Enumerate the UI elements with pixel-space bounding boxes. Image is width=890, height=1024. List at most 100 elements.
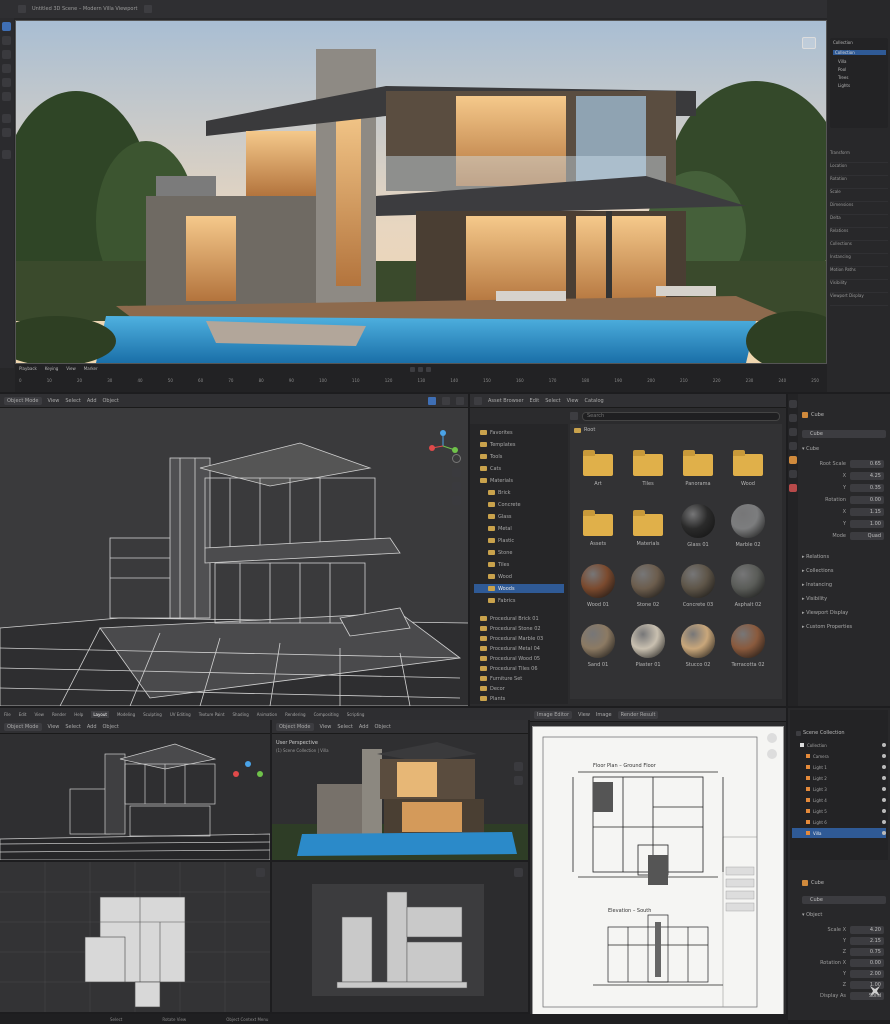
move-tool-icon[interactable] <box>2 50 11 59</box>
play-icon[interactable] <box>418 367 423 372</box>
wire-mode-select[interactable]: Object Mode <box>4 396 42 405</box>
asset-menu-3[interactable]: View <box>567 398 579 404</box>
wire2-menu-select[interactable]: Select <box>65 724 80 730</box>
frame-number[interactable]: 210 <box>680 378 688 388</box>
frame-number[interactable]: 90 <box>289 378 294 388</box>
frame-number[interactable]: 70 <box>228 378 233 388</box>
props-mid-section[interactable]: ▾ Cube <box>802 446 819 452</box>
catalog-item[interactable]: Favorites <box>474 428 564 437</box>
drawing-sheet[interactable]: Floor Plan – Ground Floor Elevation – So… <box>532 726 784 1018</box>
render-menu-view[interactable]: View <box>320 724 332 730</box>
visibility-eye-icon[interactable] <box>882 809 886 813</box>
visibility-eye-icon[interactable] <box>882 776 886 780</box>
app-menu-icon[interactable] <box>18 5 26 13</box>
rotate-tool-icon[interactable] <box>2 64 11 73</box>
number-field[interactable]: 1.00 <box>850 520 884 528</box>
frame-number[interactable]: 0 <box>19 378 22 388</box>
frame-number[interactable]: 100 <box>319 378 327 388</box>
render-menu-object[interactable]: Object <box>375 724 391 730</box>
catalog-item[interactable]: Procedural Brick 01 <box>474 614 564 623</box>
render-menu-select[interactable]: Select <box>337 724 352 730</box>
floorplan-viewport[interactable] <box>0 862 270 1012</box>
elevation-viewport[interactable] <box>272 862 528 1012</box>
frame-number[interactable]: 30 <box>107 378 112 388</box>
collapsed-panel[interactable]: ▸ Collections <box>802 568 833 574</box>
camera-view-icon[interactable] <box>452 482 461 491</box>
frame-number[interactable]: 80 <box>259 378 264 388</box>
workspace-tab[interactable]: Scripting <box>347 712 365 717</box>
wire-menu-add[interactable]: Add <box>87 398 97 404</box>
catalog-item[interactable]: Procedural Marble 03 <box>474 634 564 643</box>
outliner-top-item-2[interactable]: Pool <box>838 67 846 72</box>
filter-icon[interactable] <box>570 412 578 420</box>
workspace-tab[interactable]: Shading <box>233 712 249 717</box>
asset-menu-2[interactable]: Select <box>545 398 560 404</box>
timeline-menu-view[interactable]: View <box>66 366 76 371</box>
properties-top-section[interactable]: Transform <box>830 150 888 163</box>
catalog-item[interactable]: Tiles <box>474 560 564 569</box>
frame-number[interactable]: 250 <box>811 378 819 388</box>
workspace-tab[interactable]: UV Editing <box>170 712 191 717</box>
asset-tile[interactable]: Marble 02 <box>726 504 770 548</box>
properties-top-section[interactable]: Location <box>830 163 888 176</box>
workspace-tab[interactable]: Help <box>74 712 83 717</box>
properties-top-section[interactable]: Motion Paths <box>830 267 888 280</box>
catalog-item[interactable]: Fabrics <box>474 596 564 605</box>
number-field[interactable]: Quad <box>850 532 884 540</box>
elevation-view-icon[interactable] <box>514 868 523 877</box>
frame-number[interactable]: 140 <box>450 378 458 388</box>
workspace-tab[interactable]: Modeling <box>117 712 135 717</box>
drawing-image-select[interactable]: Render Result <box>617 710 659 719</box>
asset-tile[interactable]: Sand 01 <box>576 624 620 668</box>
catalog-item[interactable]: Brick <box>474 488 564 497</box>
frame-number[interactable]: 20 <box>77 378 82 388</box>
wireframe-viewport[interactable]: Object Mode View Select Add Object <box>0 394 468 706</box>
asset-menu-0[interactable]: Asset Browser <box>488 398 524 404</box>
catalog-item[interactable]: Cats <box>474 464 564 473</box>
catalog-item[interactable]: Plants <box>474 694 564 703</box>
asset-tile[interactable]: Plaster 01 <box>626 624 670 668</box>
catalog-item[interactable]: Plastic <box>474 536 564 545</box>
frame-number[interactable]: 200 <box>647 378 655 388</box>
frame-number[interactable]: 190 <box>614 378 622 388</box>
props-bottom-name-field[interactable]: Cube <box>802 896 886 904</box>
render-viewport[interactable] <box>15 20 827 364</box>
frame-number[interactable]: 40 <box>138 378 143 388</box>
outliner-top-item-1[interactable]: Villa <box>838 59 846 64</box>
outliner-item[interactable]: Light 4 <box>792 795 886 805</box>
drawing-editor-type[interactable]: Image Editor <box>534 710 573 719</box>
outliner-item[interactable]: Light 5 <box>792 806 886 816</box>
properties-top-section[interactable]: Delta <box>830 215 888 228</box>
asset-tile[interactable]: Glass 01 <box>676 504 720 548</box>
timeline-menu-keying[interactable]: Keying <box>45 366 58 371</box>
wire2-mode-select[interactable]: Object Mode <box>4 722 42 731</box>
scale-tool-icon[interactable] <box>2 78 11 87</box>
properties-top-section[interactable]: Rotation <box>830 176 888 189</box>
frame-number[interactable]: 160 <box>516 378 524 388</box>
number-field[interactable]: 1.15 <box>850 508 884 516</box>
asset-tile[interactable]: Stucco 02 <box>676 624 720 668</box>
properties-top-section[interactable]: Instancing <box>830 254 888 267</box>
asset-tile[interactable]: Concrete 03 <box>676 564 720 608</box>
asset-tile[interactable]: Materials <box>626 504 670 547</box>
timeline-menu-marker[interactable]: Marker <box>84 366 98 371</box>
frame-number[interactable]: 220 <box>713 378 721 388</box>
props-bottom-section[interactable]: ▾ Object <box>802 912 822 918</box>
catalog-item[interactable]: Procedural Metal 04 <box>474 644 564 653</box>
catalog-item[interactable]: Procedural Wood 05 <box>474 654 564 663</box>
visibility-eye-icon[interactable] <box>882 787 886 791</box>
outliner-top-item-4[interactable]: Lights <box>838 83 850 88</box>
outliner-item[interactable]: Light 1 <box>792 762 886 772</box>
number-field[interactable]: 0.00 <box>850 496 884 504</box>
number-field[interactable]: 1.00 <box>850 981 884 989</box>
asset-tile[interactable]: Stone 02 <box>626 564 670 608</box>
frame-number[interactable]: 230 <box>746 378 754 388</box>
wire-shading-icon[interactable] <box>428 396 436 405</box>
wire-xray-icon[interactable] <box>456 396 464 405</box>
collapsed-panel[interactable]: ▸ Instancing <box>802 582 832 588</box>
wire-overlay-icon[interactable] <box>442 396 450 405</box>
outliner-top-item-3[interactable]: Trees <box>838 75 848 80</box>
timeline[interactable]: Playback Keying View Marker 0 10 20 30 40 50 6… <box>15 364 827 392</box>
add-cube-tool-icon[interactable] <box>2 150 11 159</box>
asset-tile[interactable]: Wood 01 <box>576 564 620 608</box>
